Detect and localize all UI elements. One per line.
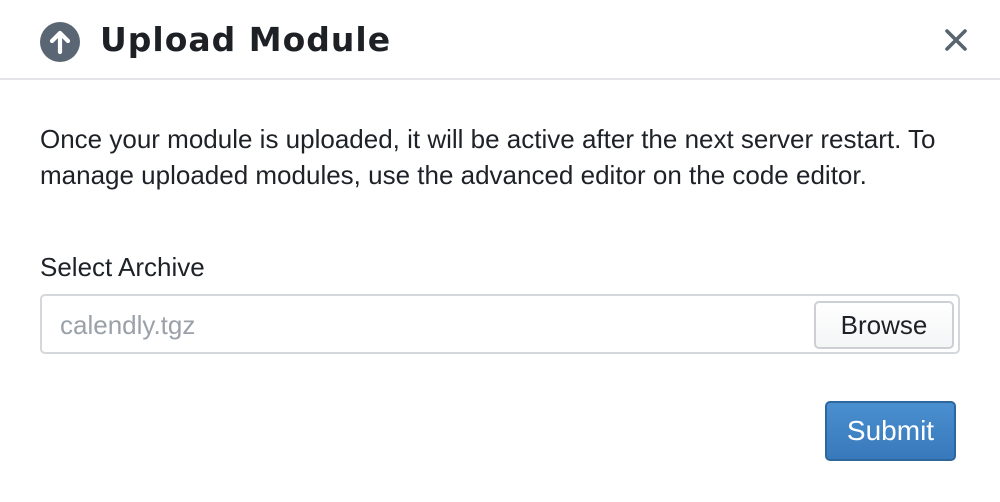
dialog-header: Upload Module <box>0 0 1000 80</box>
upload-module-dialog: Upload Module Once your module is upload… <box>0 0 1000 502</box>
dialog-description: Once your module is uploaded, it will be… <box>40 124 936 190</box>
dialog-title: Upload Module <box>100 20 392 59</box>
submit-button[interactable]: Submit <box>825 401 956 461</box>
browse-button[interactable]: Browse <box>814 301 954 349</box>
archive-file-input[interactable]: calendly.tgz Browse <box>40 294 960 354</box>
arrow-up-circle-icon <box>40 22 80 62</box>
select-archive-label: Select Archive <box>40 252 205 282</box>
selected-file-name: calendly.tgz <box>60 310 196 340</box>
close-icon[interactable] <box>936 24 976 58</box>
